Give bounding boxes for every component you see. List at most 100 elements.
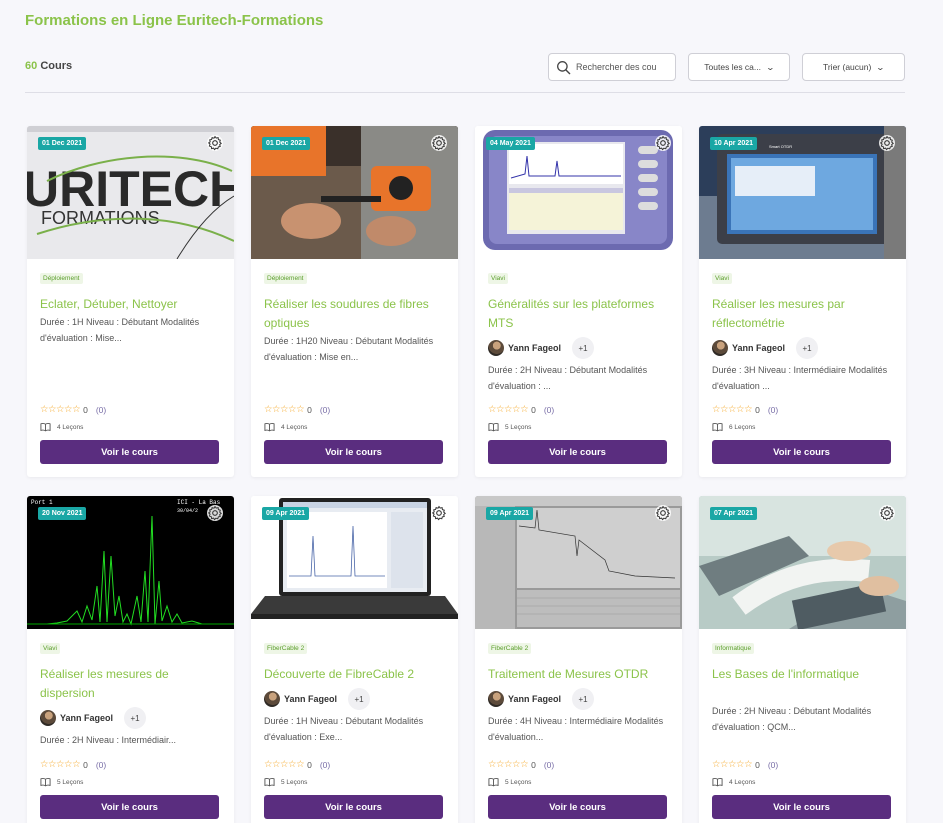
gear-icon[interactable]: [655, 135, 671, 151]
lesson-count-label: 5 Leçons: [281, 778, 308, 786]
rating-value: 0: [307, 404, 312, 415]
course-thumbnail[interactable]: Port 1 ICI - La Bas 30/04/2 20 Nov 2021: [27, 496, 234, 629]
course-card[interactable]: 04 May 2021 Viavi Généralités sur les pl…: [475, 126, 682, 477]
course-author[interactable]: Yann Fageol +1: [488, 688, 595, 710]
view-course-button[interactable]: Voir le cours: [264, 440, 443, 464]
category-tag[interactable]: FiberCable 2: [488, 643, 532, 654]
gear-icon[interactable]: [207, 505, 223, 521]
book-icon: [40, 777, 57, 787]
gear-icon[interactable]: [655, 505, 671, 521]
course-card[interactable]: Port 1 ICI - La Bas 30/04/2 20 Nov 2021 Vi…: [27, 496, 234, 823]
lesson-count: 5 Leçons: [488, 422, 531, 432]
course-card[interactable]: 01 Dec 2021 Déploiement Réaliser les sou…: [251, 126, 458, 477]
course-title[interactable]: Traitement de Mesures OTDR: [488, 665, 673, 684]
chevron-down-icon: ⌄: [875, 62, 886, 72]
course-thumbnail[interactable]: 07 Apr 2021: [699, 496, 906, 629]
lesson-count-label: 4 Leçons: [729, 778, 756, 786]
course-author[interactable]: Yann Fageol +1: [40, 707, 147, 729]
view-course-button[interactable]: Voir le cours: [40, 795, 219, 819]
course-rating: ☆☆☆☆☆ 0 (0): [40, 404, 106, 415]
author-name: Yann Fageol: [732, 343, 786, 353]
date-badge: 20 Nov 2021: [38, 507, 87, 520]
date-badge: 01 Dec 2021: [38, 137, 87, 150]
course-count-number: 60: [25, 60, 38, 72]
extra-authors-badge[interactable]: +1: [572, 688, 595, 710]
extra-authors-badge[interactable]: +1: [572, 337, 595, 359]
course-title[interactable]: Découverte de FibreCable 2: [264, 665, 449, 684]
course-card[interactable]: URITECH FORMATIONS 01 Dec 2021 Déploiemen…: [27, 126, 234, 477]
lesson-count: 6 Leçons: [712, 422, 755, 432]
course-thumbnail[interactable]: 04 May 2021: [475, 126, 682, 259]
course-thumbnail[interactable]: 09 Apr 2021: [251, 496, 458, 629]
rating-value: 0: [755, 404, 760, 415]
category-tag[interactable]: Déploiement: [264, 273, 307, 284]
course-author[interactable]: Yann Fageol +1: [712, 337, 819, 359]
course-rating: ☆☆☆☆☆ 0 (0): [40, 759, 106, 770]
gear-icon[interactable]: [431, 505, 447, 521]
category-tag[interactable]: Informatique: [712, 643, 755, 654]
course-card[interactable]: 09 Apr 2021 FiberCable 2 Traitement de M…: [475, 496, 682, 823]
lesson-count: 5 Leçons: [264, 777, 307, 787]
svg-text:30/04/2: 30/04/2: [177, 508, 198, 514]
course-card[interactable]: VIAVISmart OTDR 10 Apr 2021 Viavi Réalis…: [699, 126, 906, 477]
author-name: Yann Fageol: [284, 694, 338, 704]
course-description: Durée : 3H Niveau : Intermédiaire Modali…: [712, 365, 888, 391]
course-thumbnail[interactable]: VIAVISmart OTDR 10 Apr 2021: [699, 126, 906, 259]
course-title[interactable]: Réaliser les mesures par réflectométrie: [712, 295, 897, 333]
view-course-button[interactable]: Voir le cours: [488, 440, 667, 464]
lesson-count: 4 Leçons: [712, 777, 755, 787]
date-badge: 04 May 2021: [486, 137, 535, 150]
category-tag[interactable]: Viavi: [40, 643, 60, 654]
category-select[interactable]: Toutes les ca... ⌄: [688, 53, 790, 81]
star-rating-icon: ☆☆☆☆☆: [264, 759, 305, 770]
svg-text:Smart OTDR: Smart OTDR: [769, 144, 792, 149]
view-course-button[interactable]: Voir le cours: [488, 795, 667, 819]
course-description: Durée : 1H Niveau : Débutant Modalités d…: [264, 716, 424, 742]
category-select-label: Toutes les ca...: [704, 62, 761, 72]
course-title[interactable]: Les Bases de l'informatique: [712, 665, 897, 684]
course-title[interactable]: Généralités sur les plateformes MTS: [488, 295, 673, 333]
view-course-button[interactable]: Voir le cours: [712, 440, 891, 464]
view-course-button[interactable]: Voir le cours: [712, 795, 891, 819]
toolbar: 60 Cours Toutes les ca... ⌄ Trier (aucun)…: [25, 53, 905, 93]
date-badge: 01 Dec 2021: [262, 137, 311, 150]
lesson-count-label: 6 Leçons: [729, 423, 756, 431]
gear-icon[interactable]: [207, 135, 223, 151]
course-thumbnail[interactable]: URITECH FORMATIONS 01 Dec 2021: [27, 126, 234, 259]
star-rating-icon: ☆☆☆☆☆: [712, 404, 753, 415]
course-card[interactable]: 09 Apr 2021 FiberCable 2 Découverte de F…: [251, 496, 458, 823]
date-badge: 10 Apr 2021: [710, 137, 758, 150]
course-card[interactable]: 07 Apr 2021 Informatique Les Bases de l'…: [699, 496, 906, 823]
course-rating: ☆☆☆☆☆ 0 (0): [264, 759, 330, 770]
author-name: Yann Fageol: [508, 694, 562, 704]
course-title[interactable]: Eclater, Détuber, Nettoyer: [40, 295, 225, 314]
gear-icon[interactable]: [431, 135, 447, 151]
view-course-button[interactable]: Voir le cours: [40, 440, 219, 464]
sort-select[interactable]: Trier (aucun) ⌄: [802, 53, 905, 81]
course-thumbnail[interactable]: 09 Apr 2021: [475, 496, 682, 629]
extra-authors-badge[interactable]: +1: [348, 688, 371, 710]
course-title[interactable]: Réaliser les soudures de fibres optiques: [264, 295, 449, 333]
star-rating-icon: ☆☆☆☆☆: [712, 759, 753, 770]
extra-authors-badge[interactable]: +1: [796, 337, 819, 359]
category-tag[interactable]: Viavi: [488, 273, 508, 284]
course-author[interactable]: Yann Fageol +1: [488, 337, 595, 359]
gear-icon[interactable]: [879, 135, 895, 151]
avatar: [712, 340, 728, 356]
category-tag[interactable]: Viavi: [712, 273, 732, 284]
search-box[interactable]: [548, 53, 676, 81]
course-title[interactable]: Réaliser les mesures de dispersion: [40, 665, 225, 703]
course-thumbnail[interactable]: 01 Dec 2021: [251, 126, 458, 259]
search-input[interactable]: [576, 62, 671, 72]
category-tag[interactable]: Déploiement: [40, 273, 83, 284]
course-description: Durée : 1H20 Niveau : Débutant Modalités…: [264, 336, 434, 362]
date-badge: 09 Apr 2021: [486, 507, 534, 520]
gear-icon[interactable]: [879, 505, 895, 521]
course-author[interactable]: Yann Fageol +1: [264, 688, 371, 710]
course-count: 60 Cours: [25, 60, 72, 72]
category-tag[interactable]: FiberCable 2: [264, 643, 308, 654]
lesson-count-label: 5 Leçons: [505, 423, 532, 431]
view-course-button[interactable]: Voir le cours: [264, 795, 443, 819]
book-icon: [264, 422, 281, 432]
extra-authors-badge[interactable]: +1: [124, 707, 147, 729]
